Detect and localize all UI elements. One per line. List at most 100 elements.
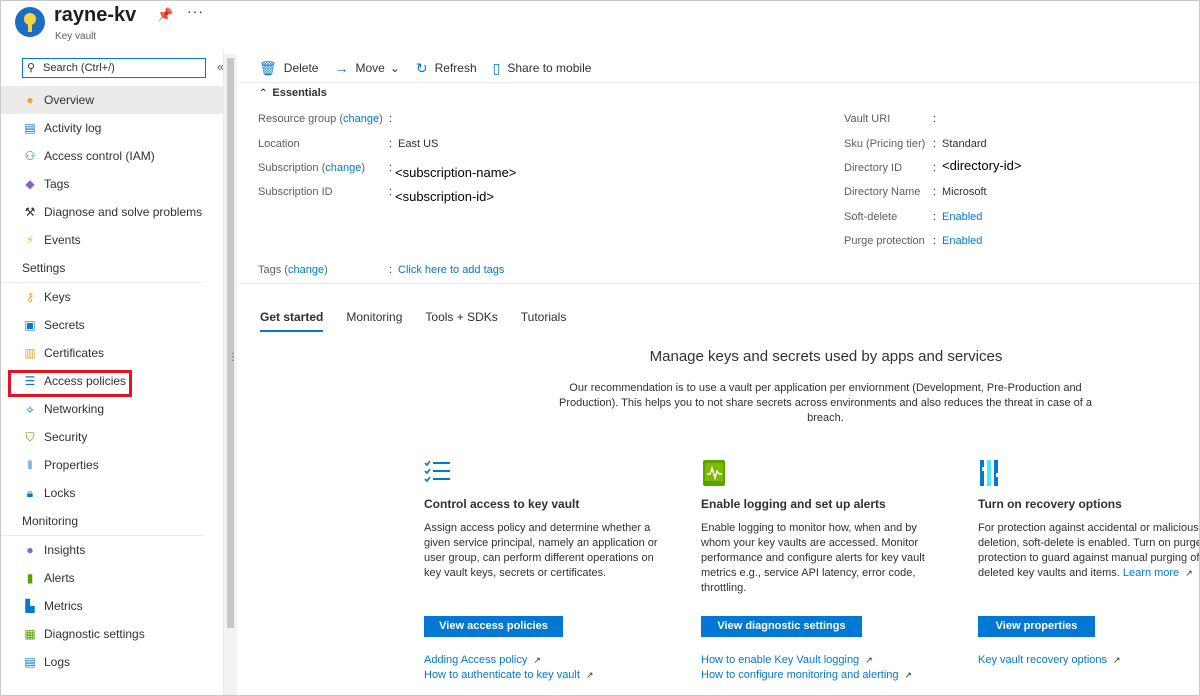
pin-icon[interactable]: 📌 [157, 7, 173, 23]
enable-logging-link[interactable]: How to enable Key Vault logging ↗ [701, 654, 873, 666]
resize-grip-icon[interactable]: ⋮ [228, 353, 238, 363]
sidebar-item-metrics[interactable]: ▙ Metrics [1, 592, 223, 620]
command-bar: 🗑︎ Delete → Move ⌄ ↻ Refresh ▯ Share to … [259, 57, 607, 79]
sidebar-item-tags[interactable]: ◆ Tags [1, 170, 223, 198]
scrollbar-thumb[interactable] [227, 58, 234, 628]
search-input[interactable] [43, 60, 203, 76]
activity-log-icon: ▤ [24, 121, 36, 135]
refresh-button[interactable]: ↻ Refresh [416, 60, 477, 77]
sidebar-item-locks[interactable]: 🔒︎ Locks [1, 479, 223, 507]
configure-monitoring-link[interactable]: How to configure monitoring and alerting… [701, 669, 912, 681]
vault-uri-label: Vault URI [844, 113, 891, 125]
sidebar-item-diagnostic-settings[interactable]: ▦ Diagnostic settings [1, 620, 223, 648]
tab-tools-sdks[interactable]: Tools + SDKs [425, 310, 497, 332]
search-icon: ⚲ [27, 62, 36, 74]
sidebar-item-keys[interactable]: ⚷ Keys [1, 283, 223, 311]
secret-icon: ▣ [24, 318, 36, 332]
tab-monitoring[interactable]: Monitoring [346, 310, 402, 332]
portal-window: rayne-kv Key vault 📌 ··· ⚲ « ● Overview … [0, 0, 1200, 696]
sidebar-item-label: Security [44, 430, 88, 444]
directory-name-value: Microsoft [942, 186, 987, 198]
subscription-id-value: <subscription-id> [395, 189, 494, 204]
sidebar-item-logs[interactable]: ▤ Logs [1, 648, 223, 676]
tags-label: Tags (change) [258, 264, 328, 276]
tab-get-started[interactable]: Get started [260, 310, 324, 332]
sidebar-item-iam[interactable]: ⚇ Access control (IAM) [1, 142, 223, 170]
tab-tutorials[interactable]: Tutorials [521, 310, 567, 332]
card-recovery: Turn on recovery options For protection … [978, 459, 1199, 666]
view-access-policies-button[interactable]: View access policies [424, 616, 563, 637]
sidebar-item-diagnose[interactable]: ⚒ Diagnose and solve problems [1, 198, 223, 226]
sidebar-item-properties[interactable]: ‖ Properties [1, 451, 223, 479]
properties-icon [980, 460, 998, 486]
shield-icon: ⛉ [25, 430, 35, 444]
metrics-icon: ▙ [25, 599, 35, 613]
sidebar-item-access-policies[interactable]: ☰ Access policies [1, 367, 223, 395]
lock-icon: 🔒︎ [26, 486, 34, 500]
toolbar-divider [238, 82, 1199, 83]
sidebar-item-insights[interactable]: ● Insights [1, 536, 223, 564]
resource-title: rayne-kv [54, 4, 137, 26]
diagnostic-settings-icon: ▦ [24, 627, 36, 641]
sidebar-item-secrets[interactable]: ▣ Secrets [1, 311, 223, 339]
chevron-up-icon: ⌃ [259, 87, 268, 99]
logs-icon: ▤ [24, 655, 36, 669]
sidebar-item-events[interactable]: ⚡ Events [1, 226, 223, 254]
sidebar-item-label: Insights [44, 543, 86, 557]
sidebar-item-label: Events [44, 233, 81, 247]
view-properties-button[interactable]: View properties [978, 616, 1095, 637]
sidebar-item-label: Access control (IAM) [44, 149, 155, 163]
sidebar-item-label: Locks [44, 486, 76, 500]
change-resource-group-link[interactable]: change [343, 113, 379, 125]
subscription-id-label: Subscription ID [258, 186, 333, 198]
purge-protection-link[interactable]: Enabled [942, 235, 982, 247]
sidebar-scrollbar[interactable]: ⋮ [224, 54, 238, 695]
colon: : [933, 113, 937, 125]
sidebar-item-overview[interactable]: ● Overview [1, 86, 223, 114]
view-diagnostic-settings-button[interactable]: View diagnostic settings [701, 616, 862, 637]
subscription-value[interactable]: <subscription-name> [395, 165, 516, 180]
directory-name-label: Directory Name [844, 186, 921, 198]
access-policies-icon [424, 460, 450, 483]
sidebar-item-label: Keys [44, 290, 71, 304]
sidebar-item-alerts[interactable]: ▮ Alerts [1, 564, 223, 592]
recovery-options-link[interactable]: Key vault recovery options ↗ [978, 654, 1121, 666]
chevron-down-icon: ⌄ [389, 61, 400, 75]
add-tags-link[interactable]: Click here to add tags [398, 264, 504, 276]
get-started-description: Our recommendation is to use a vault per… [559, 382, 1092, 424]
essentials-divider [238, 283, 1199, 284]
soft-delete-link[interactable]: Enabled [942, 211, 982, 223]
location-value: East US [398, 138, 439, 150]
colon: : [389, 113, 393, 125]
authenticate-key-vault-link[interactable]: How to authenticate to key vault ↗ [424, 669, 593, 681]
sku-label: Sku (Pricing tier) [844, 138, 926, 150]
change-tags-link[interactable]: change [288, 264, 324, 276]
card-title: Enable logging and set up alerts [701, 497, 886, 511]
colon: : [389, 138, 393, 150]
refresh-icon: ↻ [415, 59, 428, 76]
tag-icon: ◆ [25, 177, 35, 191]
adding-access-policy-link[interactable]: Adding Access policy ↗ [424, 654, 541, 666]
card-title: Control access to key vault [424, 497, 580, 511]
wrench-icon: ⚒ [24, 205, 36, 219]
sidebar-item-networking[interactable]: ⟡ Networking [1, 395, 223, 423]
more-options-icon[interactable]: ··· [187, 3, 204, 19]
search-box[interactable]: ⚲ [22, 58, 206, 78]
trash-icon: 🗑︎ [259, 59, 277, 76]
sidebar-item-activity-log[interactable]: ▤ Activity log [1, 114, 223, 142]
sidebar-item-label: Properties [44, 458, 99, 472]
overview-icon: ● [26, 93, 34, 107]
colon: : [933, 186, 937, 198]
change-subscription-link[interactable]: change [325, 162, 361, 174]
delete-button[interactable]: 🗑︎ Delete [259, 60, 318, 77]
move-button[interactable]: → Move ⌄ [334, 60, 399, 76]
colon: : [933, 162, 937, 174]
share-to-mobile-button[interactable]: ▯ Share to mobile [493, 60, 592, 77]
sidebar-item-security[interactable]: ⛉ Security [1, 423, 223, 451]
learn-more-link[interactable]: Learn more [1123, 567, 1179, 579]
properties-icon: ‖ [27, 458, 33, 472]
essentials-toggle[interactable]: ⌃ Essentials [259, 87, 327, 99]
external-link-icon: ↗ [1113, 655, 1121, 665]
sidebar-item-certificates[interactable]: ▥ Certificates [1, 339, 223, 367]
sidebar-item-label: Certificates [44, 346, 105, 360]
